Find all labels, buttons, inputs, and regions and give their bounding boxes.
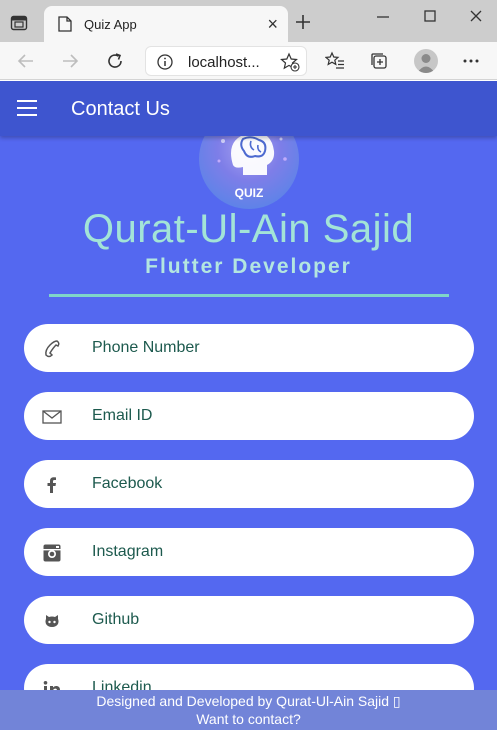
contact-label: Github xyxy=(92,611,140,628)
favorites-icon[interactable] xyxy=(325,51,345,71)
app-bar: Contact Us xyxy=(0,81,497,136)
menu-icon[interactable] xyxy=(17,100,37,116)
page-icon xyxy=(58,16,72,32)
app-viewport: Contact Us QUIZ Qurat-Ul-Ain Sajid Flutt… xyxy=(0,81,497,730)
tab-actions-icon[interactable] xyxy=(10,14,28,32)
minimize-icon[interactable] xyxy=(372,6,394,28)
maximize-icon[interactable] xyxy=(419,6,441,28)
profile-avatar[interactable] xyxy=(414,49,438,73)
add-favorite-icon[interactable] xyxy=(280,52,300,72)
address-bar[interactable]: localhost... xyxy=(145,46,307,76)
facebook-icon xyxy=(47,477,56,493)
footer-credit: Designed and Developed by Qurat-Ul-Ain S… xyxy=(96,693,401,709)
refresh-icon[interactable] xyxy=(105,51,125,71)
tab-title: Quiz App xyxy=(84,17,137,32)
contact-card-instagram[interactable]: Instagram xyxy=(24,528,474,576)
collections-icon[interactable] xyxy=(369,51,389,71)
contact-label: Phone Number xyxy=(92,339,200,356)
github-icon xyxy=(45,615,59,627)
tab-close-icon[interactable]: × xyxy=(267,15,278,33)
footer: Designed and Developed by Qurat-Ul-Ain S… xyxy=(0,690,497,730)
close-window-icon[interactable] xyxy=(465,6,487,28)
contact-card-phone[interactable]: Phone Number xyxy=(24,324,474,372)
new-tab-icon[interactable] xyxy=(294,13,312,31)
contact-label: Email ID xyxy=(92,407,153,424)
profile-icon xyxy=(417,54,435,73)
contact-card-facebook[interactable]: Facebook xyxy=(24,460,474,508)
browser-toolbar: localhost... xyxy=(0,42,497,80)
logo-label: QUIZ xyxy=(234,186,264,200)
url-text[interactable]: localhost... xyxy=(188,54,260,71)
contact-label: Facebook xyxy=(92,475,163,492)
instagram-icon xyxy=(43,544,61,562)
back-icon[interactable] xyxy=(16,51,36,71)
contact-label: Instagram xyxy=(92,543,164,560)
divider xyxy=(49,294,449,297)
browser-tab-strip: Quiz App × xyxy=(0,0,497,42)
contact-card-email[interactable]: Email ID xyxy=(24,392,474,440)
page-title: Contact Us xyxy=(71,98,170,120)
forward-icon[interactable] xyxy=(60,51,80,71)
more-options-icon[interactable] xyxy=(461,51,481,71)
contact-card-github[interactable]: Github xyxy=(24,596,474,644)
developer-role: Flutter Developer xyxy=(145,255,352,278)
phone-icon xyxy=(45,340,60,358)
email-icon xyxy=(42,410,62,424)
browser-tab[interactable]: Quiz App × xyxy=(44,6,288,42)
developer-name: Qurat-Ul-Ain Sajid xyxy=(82,207,415,251)
contact-link[interactable]: Want to contact? xyxy=(0,710,497,728)
info-icon[interactable] xyxy=(156,53,174,71)
